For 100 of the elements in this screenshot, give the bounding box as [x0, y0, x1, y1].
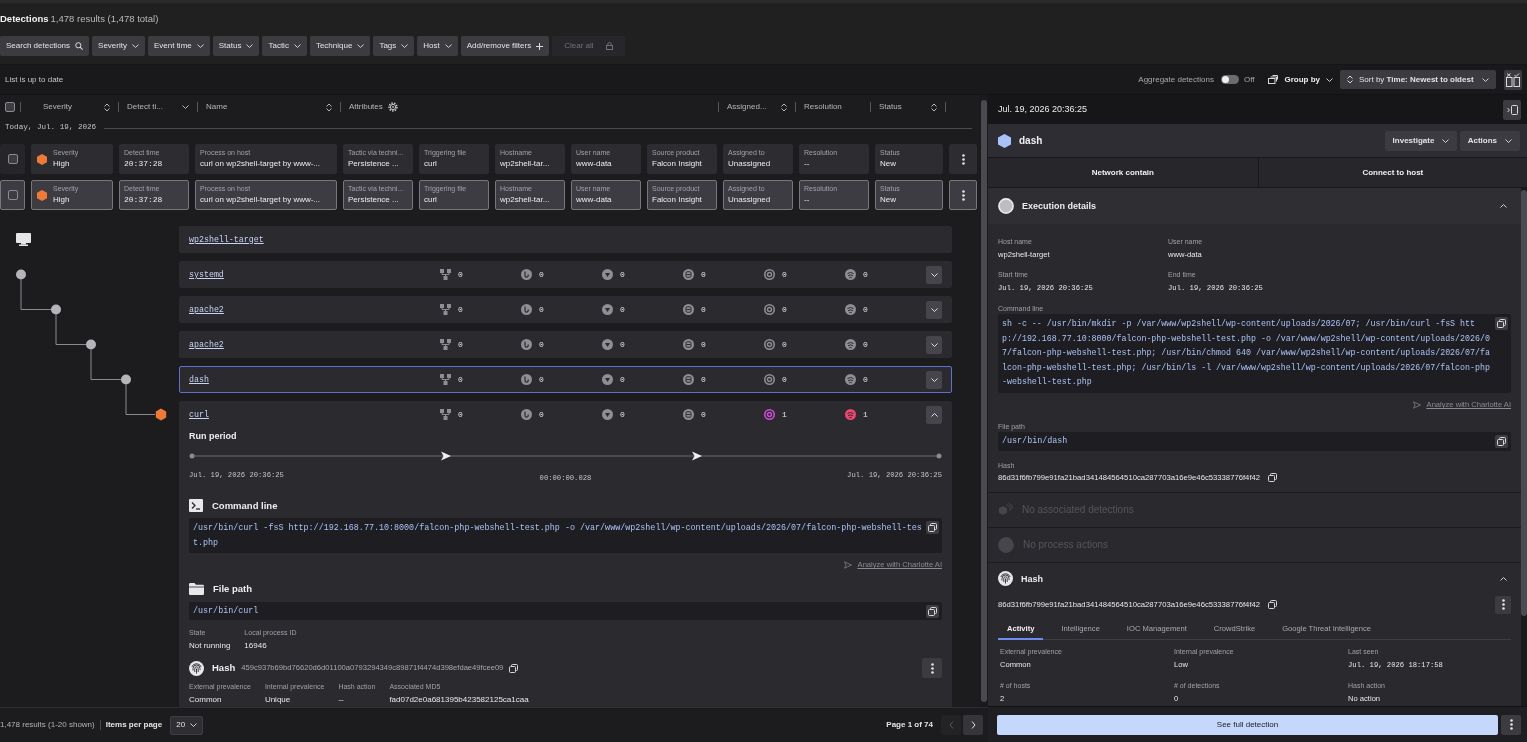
- column-header[interactable]: Status: [870, 102, 946, 112]
- process-row[interactable]: dash 0 0 0 0 0 0: [179, 366, 952, 393]
- layout-button[interactable]: [1504, 69, 1522, 90]
- filter-dropdown[interactable]: Event time: [147, 36, 210, 56]
- expand-button[interactable]: [926, 265, 942, 284]
- copy-button[interactable]: [509, 663, 519, 673]
- caret-icon: [444, 44, 452, 48]
- card-value: --: [804, 158, 811, 169]
- column-header[interactable]: Assigned...: [718, 102, 795, 112]
- caret-icon: [930, 272, 938, 277]
- process-link[interactable]: curl: [189, 410, 209, 419]
- process-link[interactable]: systemd: [189, 270, 224, 279]
- copy-icon: [1497, 319, 1506, 328]
- scrollbar[interactable]: [1521, 188, 1527, 706]
- column-header[interactable]: Severity: [20, 102, 118, 112]
- caret-icon: [930, 307, 938, 312]
- collapse-panel-button[interactable]: [1503, 99, 1521, 120]
- copy-button[interactable]: [926, 604, 939, 618]
- expand-button[interactable]: [926, 335, 942, 354]
- process-link[interactable]: dash: [189, 375, 209, 384]
- copy-icon: [1497, 436, 1506, 446]
- process-row[interactable]: systemd 0 0 0 0 0 0: [179, 261, 952, 288]
- plus-icon: [536, 42, 544, 50]
- more-button[interactable]: [1495, 595, 1511, 614]
- column-header[interactable]: Attributes: [340, 102, 718, 112]
- process-node-icon[interactable]: [121, 374, 131, 385]
- panel-icon: [1506, 104, 1518, 115]
- more-button[interactable]: [922, 658, 942, 678]
- select-all-checkbox[interactable]: [5, 102, 15, 112]
- add-filter-button[interactable]: Add/remove filters: [460, 36, 550, 56]
- field-value: Not running: [189, 640, 231, 652]
- process-node-icon[interactable]: [86, 339, 96, 350]
- section-title: Execution details: [1022, 200, 1097, 212]
- card-value: curl: [424, 158, 438, 169]
- group-by-button[interactable]: Group by: [1268, 74, 1333, 85]
- kebab-icon: [1501, 599, 1505, 611]
- expand-button[interactable]: [926, 300, 942, 319]
- count-value: 0: [539, 269, 544, 280]
- row-checkbox[interactable]: [7, 154, 18, 164]
- copy-icon: [1268, 600, 1278, 610]
- filter-dropdown[interactable]: Technique: [309, 36, 371, 56]
- count-value: 0: [539, 304, 544, 315]
- card-value: Unassigned: [728, 158, 771, 169]
- menu-button[interactable]: Actions: [1459, 130, 1520, 151]
- folder-icon: [189, 582, 204, 595]
- search-button[interactable]: Search detections: [0, 36, 90, 56]
- stack-icon: [1268, 75, 1279, 84]
- caret-icon: [190, 723, 198, 727]
- process-node-icon[interactable]: [16, 269, 26, 280]
- copy-button[interactable]: [1495, 317, 1508, 330]
- host-link[interactable]: wp2shell-target: [189, 234, 264, 245]
- aggregate-toggle[interactable]: [1220, 75, 1239, 84]
- filter-dropdown[interactable]: Status: [212, 36, 260, 56]
- items-per-page-select[interactable]: 20: [170, 715, 204, 735]
- filter-dropdown[interactable]: Tags: [373, 36, 415, 56]
- items-per-page-label: Items per page: [105, 720, 163, 730]
- lock-icon: [605, 42, 613, 50]
- count-value: 0: [539, 409, 544, 420]
- menu-button[interactable]: Investigate: [1384, 130, 1458, 151]
- chevron-left-icon: [948, 721, 954, 729]
- field-value: --: [338, 694, 345, 706]
- column-header[interactable]: Detect ti...: [118, 102, 197, 112]
- column-header[interactable]: Name: [197, 102, 340, 112]
- connector-line: [125, 384, 156, 415]
- detection-node-icon[interactable]: [155, 408, 167, 421]
- more-button[interactable]: [1501, 714, 1521, 735]
- process-link[interactable]: apache2: [189, 340, 224, 349]
- card-value: Unassigned: [728, 194, 771, 205]
- filter-dropdown[interactable]: Host: [417, 36, 458, 56]
- count-value: 1: [782, 409, 787, 420]
- circle-icon: [998, 536, 1014, 553]
- card-value: New: [880, 158, 897, 169]
- filter-dropdown[interactable]: Tactic: [262, 36, 307, 56]
- process-link[interactable]: apache2: [189, 305, 224, 314]
- sort-button[interactable]: Sort by Time: Newest to oldest: [1340, 70, 1496, 89]
- count-value: 1: [863, 409, 868, 420]
- row-checkbox[interactable]: [7, 190, 18, 200]
- process-row[interactable]: [179, 401, 952, 707]
- process-node-icon[interactable]: [51, 304, 61, 315]
- copy-icon: [928, 523, 937, 532]
- section-title: Hash: [1021, 573, 1043, 585]
- column-header[interactable]: Resolution: [795, 102, 870, 112]
- copy-button[interactable]: [1268, 473, 1278, 483]
- copy-button[interactable]: [1268, 600, 1278, 610]
- expand-button[interactable]: [926, 370, 942, 389]
- section-header[interactable]: Execution details: [988, 188, 1521, 224]
- filter-dropdown[interactable]: Severity: [92, 36, 145, 56]
- count-value: 0: [458, 374, 463, 385]
- connector-line: [20, 279, 52, 310]
- chevron-right-icon: [970, 721, 976, 729]
- fingerprint-icon: [998, 571, 1013, 587]
- process-row[interactable]: apache2 0 0 0 0 0 0: [179, 296, 952, 323]
- card-value: Falcon Insight: [652, 158, 702, 169]
- path-text: /usr/bin/dash: [1001, 435, 1069, 449]
- expand-button[interactable]: [926, 405, 942, 424]
- copy-button[interactable]: [926, 521, 939, 534]
- caret-icon: [1482, 77, 1489, 82]
- process-row[interactable]: apache2 0 0 0 0 0 0: [179, 331, 952, 358]
- copy-button[interactable]: [1495, 434, 1508, 448]
- see-full-detection-button[interactable]: See full detection: [997, 714, 1498, 735]
